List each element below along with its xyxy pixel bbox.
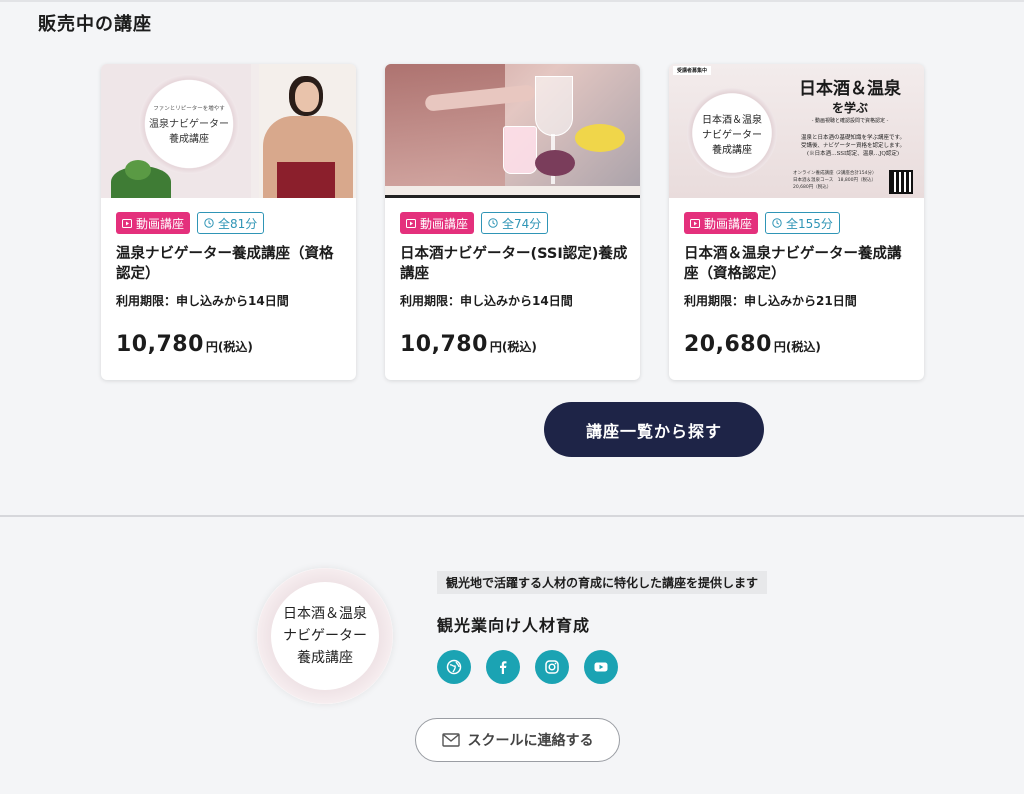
badge-label: 動画講座 xyxy=(420,216,469,231)
course-period: 利用期限：申し込みから21日間 xyxy=(684,294,857,308)
logo-text: ナビゲーター xyxy=(283,628,367,644)
browse-courses-button[interactable]: 講座一覧から探す xyxy=(544,402,764,457)
video-course-badge: 動画講座 xyxy=(116,212,191,234)
school-logo[interactable]: 日本酒＆温泉 ナビゲーター 養成講座 xyxy=(257,568,393,704)
course-price: 10,780 円(税込) xyxy=(400,332,537,357)
instagram-icon[interactable] xyxy=(535,650,569,684)
contact-school-button[interactable]: スクールに連絡する xyxy=(415,718,620,762)
clock-icon xyxy=(488,218,498,228)
course-title[interactable]: 日本酒＆温泉ナビゲーター養成講座（資格認定） xyxy=(684,244,912,284)
price-value: 10,780 xyxy=(400,332,488,357)
top-divider xyxy=(0,0,1024,2)
logo-text: 養成講座 xyxy=(297,650,353,666)
video-icon xyxy=(122,218,132,228)
price-value: 10,780 xyxy=(116,332,204,357)
clock-icon xyxy=(204,218,214,228)
course-price: 20,680 円(税込) xyxy=(684,332,821,357)
video-icon xyxy=(690,218,700,228)
duration-label: 全155分 xyxy=(786,216,833,231)
duration-label: 全74分 xyxy=(502,216,542,231)
logo-text: 日本酒＆温泉 xyxy=(283,606,367,622)
price-value: 20,680 xyxy=(684,332,772,357)
course-thumbnail: 受講者募集中 日本酒＆温泉 ナビゲーター 養成講座 日本酒＆温泉 を学ぶ - 動… xyxy=(669,64,924,198)
school-name: 観光業向け人材育成 xyxy=(437,616,591,635)
video-course-badge: 動画講座 xyxy=(400,212,475,234)
badge-label: 動画講座 xyxy=(136,216,185,231)
section-title: 販売中の講座 xyxy=(38,14,152,35)
course-thumbnail: ファンとリピーターを増やす 温泉ナビゲーター 養成講座 xyxy=(101,64,356,198)
social-links xyxy=(437,650,618,684)
duration-label: 全81分 xyxy=(218,216,258,231)
course-period: 利用期限：申し込みから14日間 xyxy=(116,294,289,308)
course-period: 利用期限：申し込みから14日間 xyxy=(400,294,573,308)
price-unit: 円(税込) xyxy=(489,340,537,354)
website-icon[interactable] xyxy=(437,650,471,684)
price-unit: 円(税込) xyxy=(205,340,253,354)
duration-badge: 全81分 xyxy=(197,212,265,234)
course-title[interactable]: 温泉ナビゲーター養成講座（資格認定） xyxy=(116,244,344,284)
course-thumbnail xyxy=(385,64,640,198)
badge-label: 動画講座 xyxy=(704,216,753,231)
price-unit: 円(税込) xyxy=(773,340,821,354)
duration-badge: 全74分 xyxy=(481,212,549,234)
youtube-icon[interactable] xyxy=(584,650,618,684)
course-card[interactable]: 受講者募集中 日本酒＆温泉 ナビゲーター 養成講座 日本酒＆温泉 を学ぶ - 動… xyxy=(669,64,924,380)
contact-button-label: スクールに連絡する xyxy=(467,733,594,749)
footer-divider xyxy=(0,515,1024,517)
mail-icon xyxy=(441,733,460,747)
course-price: 10,780 円(税込) xyxy=(116,332,253,357)
course-card[interactable]: ファンとリピーターを増やす 温泉ナビゲーター 養成講座 動画講座 全81分 温泉… xyxy=(101,64,356,380)
course-title[interactable]: 日本酒ナビゲーター(SSI認定)養成講座 xyxy=(400,244,628,284)
facebook-icon[interactable] xyxy=(486,650,520,684)
course-card[interactable]: 動画講座 全74分 日本酒ナビゲーター(SSI認定)養成講座 利用期限：申し込み… xyxy=(385,64,640,380)
duration-badge: 全155分 xyxy=(765,212,840,234)
clock-icon xyxy=(772,218,782,228)
school-tagline: 観光地で活躍する人材の育成に特化した講座を提供します xyxy=(437,571,768,594)
video-icon xyxy=(406,218,416,228)
video-course-badge: 動画講座 xyxy=(684,212,759,234)
